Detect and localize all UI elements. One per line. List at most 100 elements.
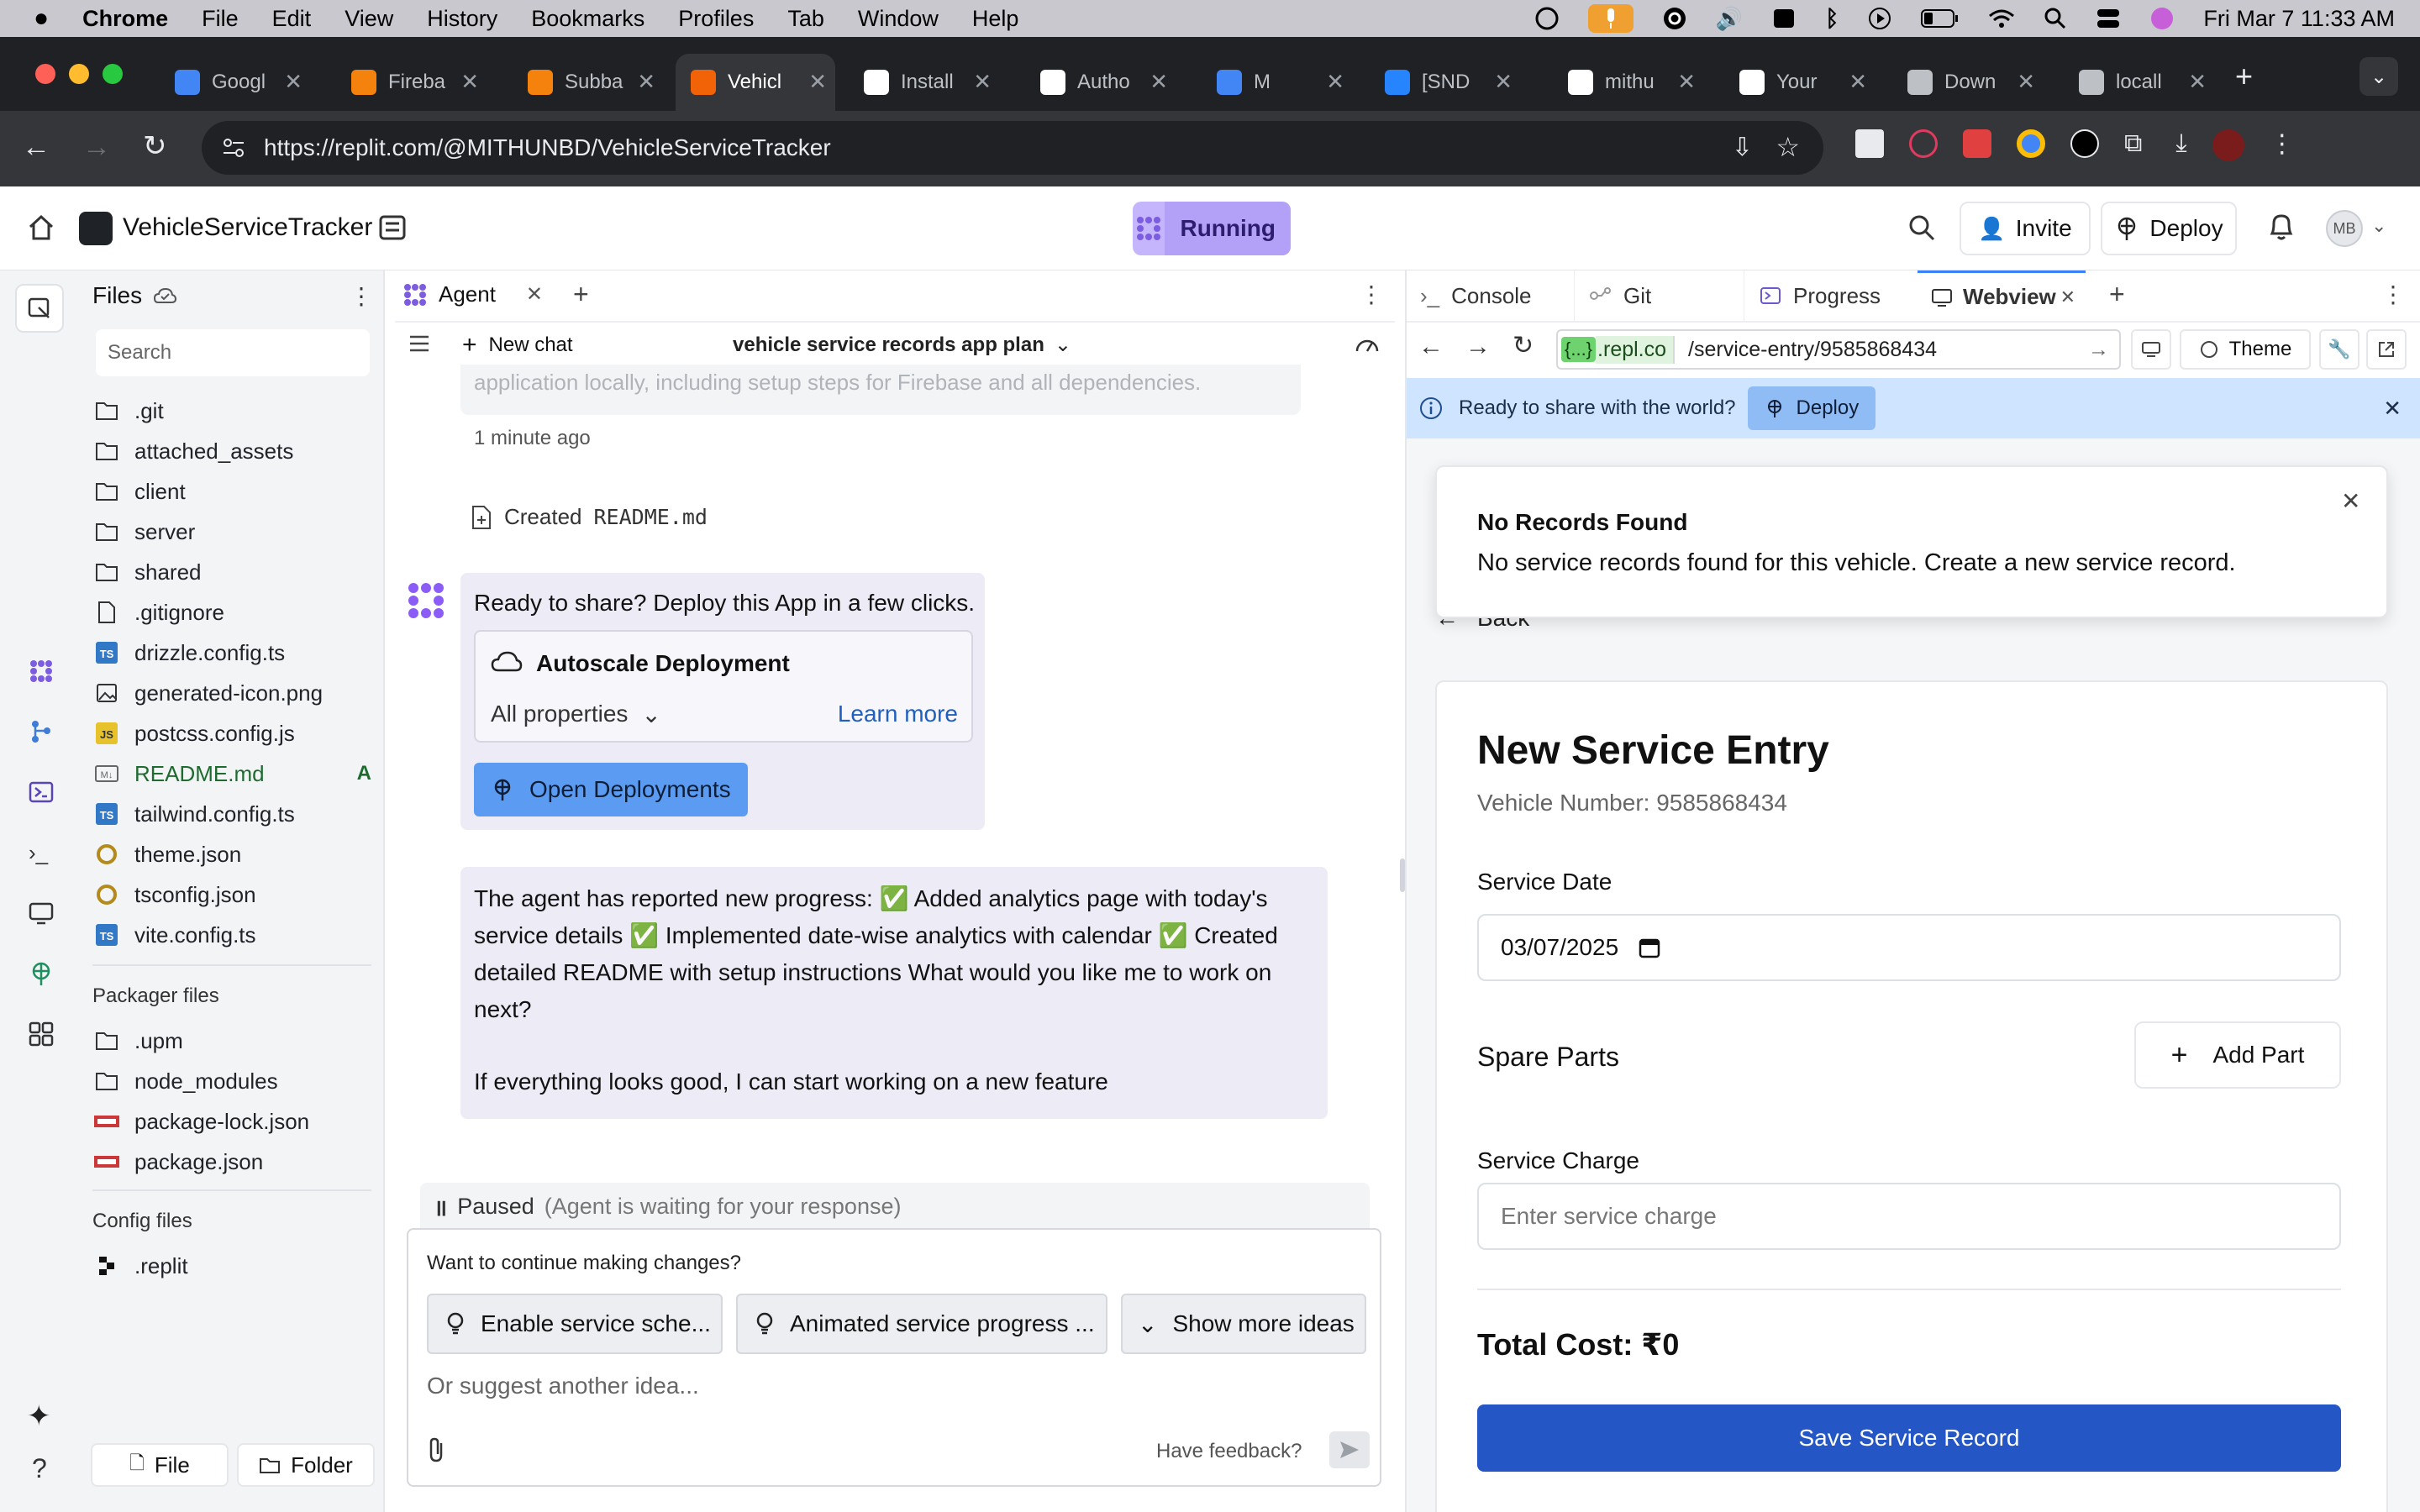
site-settings-icon[interactable]: [220, 134, 247, 161]
service-charge-input[interactable]: Enter service charge: [1477, 1183, 2341, 1250]
menu-bookmarks[interactable]: Bookmarks: [531, 6, 644, 32]
browser-tab[interactable]: Googl ✕: [160, 54, 311, 111]
open-new-tab-button[interactable]: [2366, 329, 2407, 370]
tab-search-button[interactable]: ⌄: [2360, 57, 2398, 96]
suggestion-chip-2[interactable]: Animated service progress ...: [736, 1294, 1107, 1354]
browser-tab[interactable]: locall ✕: [2064, 54, 2215, 111]
menu-edit[interactable]: Edit: [272, 6, 312, 32]
wifi-icon[interactable]: [1988, 8, 2015, 29]
deploy-header-button[interactable]: Deploy: [2101, 202, 2237, 255]
ai-sparkle-icon[interactable]: ✦: [27, 1399, 51, 1433]
tab-webview[interactable]: Webview ✕: [1918, 270, 2086, 321]
file-item[interactable]: .gitignore: [94, 593, 371, 632]
close-window-button[interactable]: [35, 64, 55, 84]
browser-tab[interactable]: Your ✕: [1724, 54, 1876, 111]
record-extension-icon[interactable]: [1909, 129, 1938, 158]
file-item[interactable]: TS tailwind.config.ts: [94, 795, 371, 833]
tab-console[interactable]: ›_ Console: [1407, 270, 1575, 321]
address-bar[interactable]: https://replit.com/@MITHUNBD/VehicleServ…: [202, 121, 1823, 175]
help-icon[interactable]: ?: [32, 1453, 47, 1484]
folder-item[interactable]: node_modules: [94, 1062, 371, 1100]
microphone-icon[interactable]: [1587, 4, 1634, 33]
red-extension-icon[interactable]: [1963, 129, 1991, 158]
webview-back-icon[interactable]: ←: [1418, 333, 1444, 361]
new-file-button[interactable]: 🗋 File: [91, 1443, 229, 1487]
device-view-button[interactable]: [2131, 329, 2171, 370]
close-tab-icon[interactable]: ✕: [1150, 69, 1168, 95]
control-center-icon[interactable]: [2096, 7, 2121, 30]
show-more-ideas-button[interactable]: ⌄ Show more ideas: [1121, 1294, 1366, 1354]
user-avatar[interactable]: MB: [2326, 210, 2363, 247]
toast-close-icon[interactable]: ✕: [2341, 487, 2360, 515]
menu-app-name[interactable]: Chrome: [82, 6, 168, 32]
folder-item[interactable]: attached_assets: [94, 432, 371, 470]
close-tab-icon[interactable]: ✕: [284, 69, 302, 95]
battery-icon[interactable]: [1921, 8, 1960, 29]
usage-gauge-icon[interactable]: [1355, 334, 1380, 354]
created-file-row[interactable]: Created README.md: [471, 504, 708, 530]
file-item[interactable]: package-lock.json: [94, 1102, 371, 1141]
profile-avatar-icon[interactable]: [2212, 129, 2244, 161]
file-item[interactable]: .replit: [94, 1247, 371, 1285]
webview-reload-icon[interactable]: ↻: [1512, 331, 1534, 360]
file-item[interactable]: tsconfig.json: [94, 875, 371, 914]
new-chat-button[interactable]: + New chat: [462, 331, 573, 360]
banner-close-icon[interactable]: ✕: [2383, 396, 2402, 422]
invite-button[interactable]: 👤 Invite: [1960, 202, 2091, 255]
close-tab-icon[interactable]: ✕: [1849, 69, 1867, 95]
home-icon[interactable]: [27, 213, 55, 242]
inbox-icon[interactable]: [1771, 6, 1797, 31]
menu-history[interactable]: History: [427, 6, 497, 32]
devtools-button[interactable]: 🔧: [2319, 329, 2360, 370]
deployments-tool-icon[interactable]: [29, 961, 54, 986]
file-item[interactable]: TS drizzle.config.ts: [94, 633, 371, 672]
close-tab-icon[interactable]: ✕: [526, 282, 543, 307]
attach-paperclip-icon[interactable]: [427, 1436, 447, 1463]
file-item[interactable]: TS vite.config.ts: [94, 916, 371, 954]
close-tab-icon[interactable]: ✕: [2017, 69, 2035, 95]
browser-tab[interactable]: Autho ✕: [1025, 54, 1176, 111]
menu-help[interactable]: Help: [972, 6, 1019, 32]
grammarly-icon[interactable]: [1662, 6, 1687, 31]
add-part-button[interactable]: + Add Part: [2134, 1021, 2341, 1089]
calendar-icon[interactable]: [1639, 937, 1660, 958]
webview-url-bar[interactable]: {...} .repl.co /service-entry/9585868434…: [1556, 329, 2121, 370]
browser-tab[interactable]: mithu ✕: [1553, 54, 1704, 111]
webview-tool-icon[interactable]: [29, 900, 54, 926]
webview-forward-icon[interactable]: →: [1465, 333, 1491, 361]
close-tab-icon[interactable]: ✕: [637, 69, 655, 95]
browser-tab[interactable]: [SND ✕: [1370, 54, 1521, 111]
browser-tab[interactable]: Down ✕: [1892, 54, 2044, 111]
file-item[interactable]: theme.json: [94, 835, 371, 874]
agent-panel-menu-icon[interactable]: ⋮: [1360, 281, 1383, 308]
open-deployments-button[interactable]: Open Deployments: [474, 763, 748, 816]
spotlight-search-icon[interactable]: [2044, 7, 2067, 30]
panel-menu-icon[interactable]: ⋮: [2381, 281, 2405, 308]
bookmark-star-icon[interactable]: ☆: [1776, 131, 1800, 163]
chrome-menu-icon[interactable]: ⋮: [2270, 129, 2295, 161]
suggestion-chip-1[interactable]: Enable service sche...: [427, 1294, 723, 1354]
learn-more-link[interactable]: Learn more: [838, 701, 958, 727]
go-arrow-icon[interactable]: →: [2088, 338, 2109, 362]
avatar-chevron-down-icon[interactable]: ⌄: [2371, 215, 2386, 237]
menu-view[interactable]: View: [345, 6, 393, 32]
new-folder-button[interactable]: Folder: [237, 1443, 375, 1487]
service-date-input[interactable]: 03/07/2025: [1477, 914, 2341, 981]
feedback-link[interactable]: Have feedback?: [1156, 1440, 1302, 1463]
tab-progress[interactable]: Progress: [1746, 270, 1923, 321]
close-tab-icon[interactable]: ✕: [1494, 69, 1512, 95]
folder-item[interactable]: .git: [94, 391, 371, 430]
save-service-record-button[interactable]: Save Service Record: [1477, 1404, 2341, 1472]
files-tool-icon[interactable]: [15, 284, 64, 333]
add-tab-icon[interactable]: +: [573, 279, 589, 310]
theme-button[interactable]: Theme: [2180, 329, 2311, 370]
menu-profiles[interactable]: Profiles: [678, 6, 754, 32]
file-item[interactable]: generated-icon.png: [94, 674, 371, 712]
extensions-puzzle-icon[interactable]: ⧉: [2124, 129, 2142, 161]
close-tab-icon[interactable]: ✕: [2060, 286, 2075, 308]
play-icon[interactable]: [1867, 6, 1892, 31]
menu-window[interactable]: Window: [858, 6, 939, 32]
browser-tab[interactable]: Install ✕: [849, 54, 1000, 111]
close-tab-icon[interactable]: ✕: [973, 69, 992, 95]
qr-extension-icon[interactable]: [1855, 129, 1884, 158]
